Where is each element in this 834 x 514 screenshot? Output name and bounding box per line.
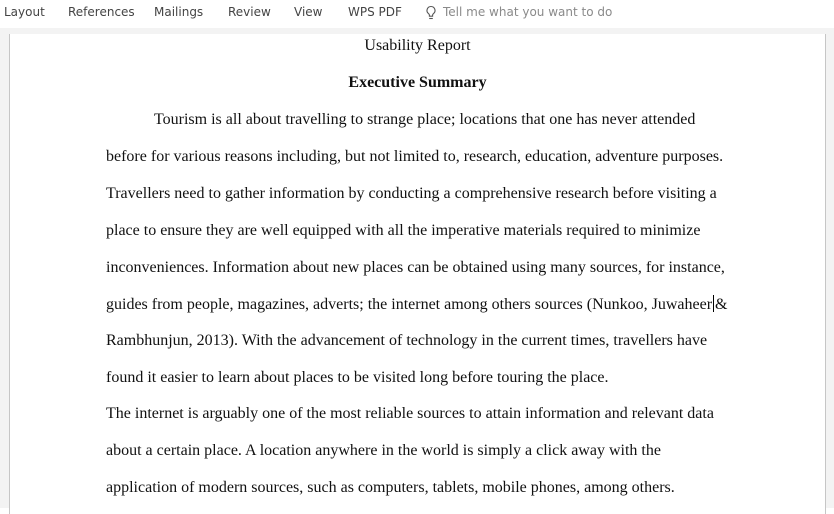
paragraph-line: place to ensure they are well equipped w… — [106, 222, 701, 239]
paragraph-line: guides from people, magazines, adverts; … — [106, 295, 728, 314]
paragraph-line-text: & — [715, 296, 728, 313]
paragraph-line-text: guides from people, magazines, adverts; … — [106, 296, 713, 313]
tab-mailings[interactable]: Mailings — [154, 5, 203, 19]
tab-layout[interactable]: Layout — [4, 5, 45, 19]
paragraph-line: about a certain place. A location anywhe… — [106, 442, 661, 459]
paragraph-line: application of modern sources, such as c… — [106, 479, 675, 496]
tab-review[interactable]: Review — [228, 5, 271, 19]
paragraph-line: found it easier to learn about places to… — [106, 369, 609, 386]
tab-view[interactable]: View — [294, 5, 322, 19]
paragraph-line: The internet is arguably one of the most… — [106, 405, 714, 422]
tell-me-placeholder: Tell me what you want to do — [443, 5, 613, 19]
tab-references[interactable]: References — [68, 5, 135, 19]
document-canvas: Usability Report Executive Summary Touri… — [0, 28, 834, 514]
text-cursor — [713, 295, 715, 312]
paragraph-line: Tourism is all about travelling to stran… — [154, 111, 696, 128]
paragraph-line: Rambhunjun, 2013). With the advancement … — [106, 332, 708, 349]
lightbulb-icon — [426, 5, 436, 20]
section-heading: Executive Summary — [348, 74, 487, 91]
paragraph-line: inconveniences. Information about new pl… — [106, 259, 725, 276]
document-page[interactable]: Usability Report Executive Summary Touri… — [9, 34, 826, 514]
ribbon: Layout References Mailings Review View W… — [0, 0, 834, 28]
document-title: Usability Report — [364, 37, 471, 54]
tab-wps-pdf[interactable]: WPS PDF — [348, 5, 402, 19]
paragraph-line: before for various reasons including, bu… — [106, 148, 724, 165]
paragraph-line: Travellers need to gather information by… — [106, 185, 717, 202]
